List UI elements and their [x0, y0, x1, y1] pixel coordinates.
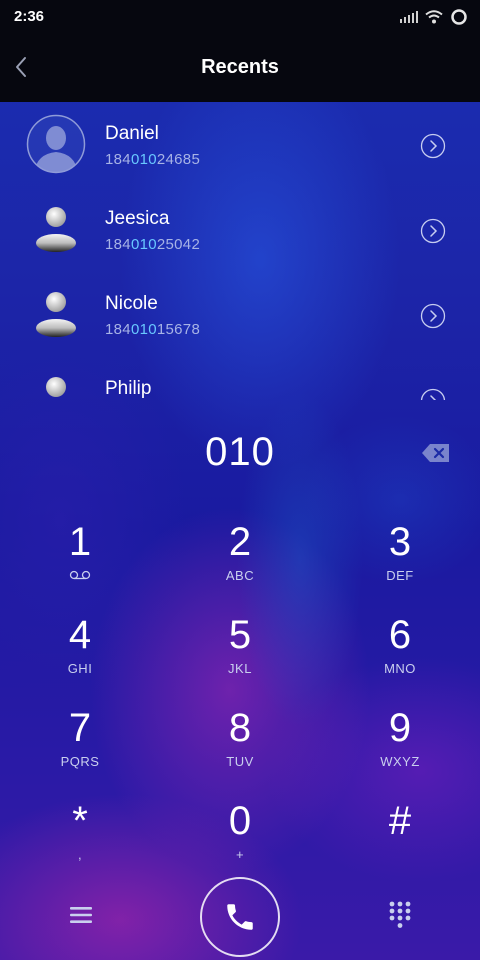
contact-name: Daniel — [105, 123, 159, 144]
key-3[interactable]: 3 DEF — [340, 520, 460, 600]
contact-number: 18401025042 — [105, 236, 201, 253]
avatar — [26, 114, 86, 174]
key-digit: 4 — [68, 613, 92, 657]
key-letters: WXYZ — [380, 754, 420, 769]
key-8[interactable]: 8 TUV — [180, 706, 300, 786]
contact-name: Philip — [105, 378, 152, 399]
contact-info-button[interactable] — [420, 303, 446, 329]
chevron-circle-right-icon — [420, 303, 446, 329]
key-4[interactable]: 4 GHI — [20, 613, 140, 693]
person-icon — [36, 207, 76, 252]
key-letters: TUV — [226, 754, 254, 769]
person-icon — [46, 377, 66, 397]
key-digit: 0 — [228, 799, 252, 843]
key-letters — [20, 568, 140, 584]
key-2[interactable]: 2 ABC — [180, 520, 300, 600]
key-star[interactable]: * , — [20, 799, 140, 879]
key-digit: # — [388, 799, 412, 843]
key-digit: 6 — [388, 613, 412, 657]
contact-name: Jeesica — [105, 208, 170, 229]
avatar — [26, 369, 86, 400]
chevron-circle-right-icon — [420, 218, 446, 244]
key-5[interactable]: 5 JKL — [180, 613, 300, 693]
contact-number: 18401024685 — [105, 151, 201, 168]
avatar — [26, 199, 86, 259]
status-bar: 2:36 — [0, 0, 480, 34]
page-title: Recents — [201, 56, 279, 78]
key-letters: + — [235, 847, 245, 862]
call-button[interactable] — [200, 877, 280, 957]
contact-info-button[interactable] — [420, 388, 446, 400]
key-letters: ABC — [225, 568, 255, 583]
key-9[interactable]: 9 WXYZ — [340, 706, 460, 786]
key-letters: GHI — [67, 661, 93, 676]
key-7[interactable]: 7 PQRS — [20, 706, 140, 786]
key-digit: 7 — [68, 706, 92, 750]
dialer-screen: 2:36 Recents Daniel 18401024685 Jeesica … — [0, 0, 480, 960]
contact-row-jeesica[interactable]: Jeesica 18401025042 — [0, 187, 480, 272]
voicemail-icon — [69, 570, 91, 580]
dialpad-icon — [389, 901, 411, 928]
recents-list[interactable]: Daniel 18401024685 Jeesica 18401025042 N… — [0, 102, 480, 400]
menu-button[interactable] — [64, 900, 98, 930]
key-digit: 5 — [228, 613, 252, 657]
contact-info-button[interactable] — [420, 133, 446, 159]
key-1[interactable]: 1 — [20, 520, 140, 600]
phone-icon — [227, 904, 253, 930]
profile-silhouette-icon — [26, 114, 86, 174]
key-letters: JKL — [228, 661, 252, 676]
key-letters: MNO — [384, 661, 416, 676]
key-0[interactable]: 0 + — [180, 799, 300, 879]
chevron-circle-right-icon — [420, 133, 446, 159]
contact-info-button[interactable] — [420, 218, 446, 244]
key-digit: 3 — [388, 520, 412, 564]
signal-icon — [400, 11, 418, 23]
chevron-circle-right-icon — [420, 388, 446, 400]
key-digit: * — [72, 799, 88, 843]
contact-row-daniel[interactable]: Daniel 18401024685 — [0, 102, 480, 187]
header: Recents — [0, 34, 480, 102]
key-letters — [340, 847, 460, 863]
key-digit: 8 — [228, 706, 252, 750]
dial-input[interactable]: 010 — [0, 430, 480, 475]
keypad-toggle-button[interactable] — [382, 897, 418, 933]
key-letters: DEF — [386, 568, 414, 583]
status-icons — [400, 8, 468, 26]
backspace-button[interactable] — [420, 441, 452, 465]
avatar — [26, 284, 86, 344]
contact-number: 18401015678 — [105, 321, 201, 338]
person-icon — [36, 292, 76, 337]
menu-icon — [70, 907, 92, 923]
key-digit: 1 — [68, 520, 92, 564]
key-digit: 2 — [228, 520, 252, 564]
contact-row-philip[interactable]: Philip — [0, 357, 480, 400]
key-letters: PQRS — [60, 754, 100, 769]
key-digit: 9 — [388, 706, 412, 750]
wifi-icon — [425, 10, 443, 24]
battery-ring-icon — [451, 9, 467, 25]
key-6[interactable]: 6 MNO — [340, 613, 460, 693]
backspace-icon — [422, 444, 449, 462]
contact-row-nicole[interactable]: Nicole 18401015678 — [0, 272, 480, 357]
contact-name: Nicole — [105, 293, 158, 314]
key-letters: , — [77, 847, 83, 862]
key-hash[interactable]: # — [340, 799, 460, 879]
status-time: 2:36 — [14, 8, 45, 25]
